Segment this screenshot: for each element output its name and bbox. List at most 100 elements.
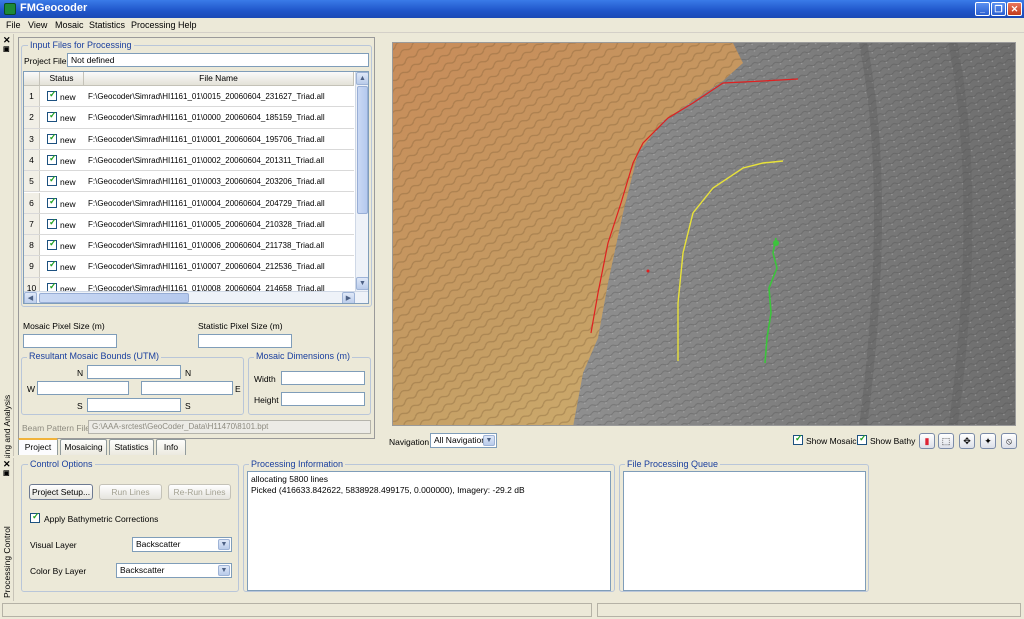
project-setup-button[interactable]: Project Setup... bbox=[29, 484, 93, 500]
north-input[interactable] bbox=[87, 365, 181, 379]
north-label-right: N bbox=[185, 368, 192, 378]
row-number: 9 bbox=[24, 256, 40, 277]
mosaic-pixel-size-input[interactable] bbox=[23, 334, 117, 348]
scroll-thumb[interactable] bbox=[357, 86, 368, 214]
dock-tab-processing-control[interactable]: Processing Control bbox=[2, 526, 12, 598]
row-file-name: F:\Geocoder\Simrad\HI1161_01\0002_200606… bbox=[88, 155, 325, 165]
table-row[interactable]: 3 new F:\Geocoder\Simrad\HI1161_01\0001_20… bbox=[24, 128, 354, 150]
minimize-button[interactable]: _ bbox=[975, 2, 990, 16]
chevron-down-icon[interactable]: ▼ bbox=[218, 565, 230, 576]
table-horizontal-scrollbar[interactable]: ◀ ▶ bbox=[24, 291, 368, 303]
rerun-lines-button[interactable]: Re-Run Lines bbox=[168, 484, 231, 500]
row-status-checkbox[interactable] bbox=[47, 196, 57, 208]
mosaic-image[interactable] bbox=[393, 43, 1016, 426]
row-status-checkbox[interactable] bbox=[47, 110, 57, 123]
column-header-status[interactable]: Status bbox=[40, 72, 84, 86]
tab-mosaicing[interactable]: Mosaicing bbox=[60, 439, 107, 455]
show-bathy-checkbox[interactable] bbox=[857, 433, 867, 445]
tab-project[interactable]: Project bbox=[18, 438, 58, 455]
statistic-pixel-size-input[interactable] bbox=[198, 334, 292, 348]
row-status-checkbox[interactable] bbox=[47, 89, 57, 101]
scroll-up-icon[interactable]: ▲ bbox=[356, 72, 368, 85]
menu-help[interactable]: Help bbox=[178, 20, 197, 30]
file-queue-list[interactable] bbox=[623, 471, 866, 591]
color-scale-icon[interactable]: ▮ bbox=[919, 433, 935, 449]
row-number: 2 bbox=[24, 107, 40, 128]
column-header-file-name[interactable]: File Name bbox=[84, 72, 354, 86]
chevron-down-icon[interactable]: ▼ bbox=[483, 435, 495, 446]
close-button[interactable]: ✕ bbox=[1007, 2, 1022, 16]
scroll-down-icon[interactable]: ▼ bbox=[356, 277, 368, 290]
row-status-checkbox[interactable] bbox=[47, 174, 57, 187]
visual-layer-select[interactable]: Backscatter ▼ bbox=[132, 537, 232, 552]
table-vertical-scrollbar[interactable]: ▲ ▼ bbox=[355, 72, 368, 291]
beam-pattern-field[interactable]: G:\AAA-srctest\GeoCoder_Data\H11470\8101… bbox=[88, 420, 371, 434]
apply-bathy-checkbox[interactable] bbox=[30, 511, 40, 523]
pointer-select-icon[interactable]: ⬚ bbox=[938, 433, 954, 449]
visual-layer-label: Visual Layer bbox=[30, 540, 77, 550]
row-status-checkbox[interactable] bbox=[47, 153, 57, 165]
row-status: new bbox=[60, 198, 76, 209]
processing-info-log: allocating 5800 lines Picked (416633.842… bbox=[247, 471, 611, 591]
scroll-thumb-horizontal[interactable] bbox=[39, 293, 189, 303]
row-number: 5 bbox=[24, 171, 40, 192]
south-label-right: S bbox=[185, 401, 191, 411]
table-row[interactable]: 4 new F:\Geocoder\Simrad\HI1161_01\0002_20… bbox=[24, 149, 354, 172]
row-file-name: F:\Geocoder\Simrad\HI1161_01\0000_200606… bbox=[88, 113, 325, 123]
mosaic-bounds-title: Resultant Mosaic Bounds (UTM) bbox=[27, 351, 162, 361]
menu-view[interactable]: View bbox=[28, 20, 47, 30]
height-label: Height bbox=[254, 395, 279, 405]
table-row[interactable]: 5 new F:\Geocoder\Simrad\HI1161_01\0003_20… bbox=[24, 171, 354, 193]
input-files-title: Input Files for Processing bbox=[28, 40, 134, 50]
row-status-checkbox[interactable] bbox=[47, 259, 57, 272]
table-row[interactable]: 8 new F:\Geocoder\Simrad\HI1161_01\0006_20… bbox=[24, 235, 354, 257]
status-panel-left bbox=[2, 603, 592, 617]
show-mosaic-checkbox[interactable] bbox=[793, 433, 803, 445]
row-file-name: F:\Geocoder\Simrad\HI1161_01\0005_200606… bbox=[88, 219, 325, 229]
mosaic-map-view[interactable] bbox=[392, 42, 1016, 426]
row-status-checkbox[interactable] bbox=[47, 217, 57, 229]
dock-strip-bottom: ✕ ▣ Processing Control bbox=[0, 458, 14, 601]
row-file-name: F:\Geocoder\Simrad\HI1161_01\0007_200606… bbox=[88, 262, 325, 272]
pan-icon[interactable]: ✥ bbox=[959, 433, 975, 449]
mosaic-pixel-size-label: Mosaic Pixel Size (m) bbox=[23, 321, 105, 331]
maximize-button[interactable]: ❐ bbox=[991, 2, 1006, 16]
height-input[interactable] bbox=[281, 392, 365, 406]
control-options-title: Control Options bbox=[28, 459, 95, 469]
table-row[interactable]: 9 new F:\Geocoder\Simrad\HI1161_01\0007_20… bbox=[24, 256, 354, 278]
width-input[interactable] bbox=[281, 371, 365, 385]
table-row[interactable]: 1 new F:\Geocoder\Simrad\HI1161_01\0015_20… bbox=[24, 86, 354, 108]
project-file-label: Project File: bbox=[24, 56, 69, 66]
run-lines-button[interactable]: Run Lines bbox=[99, 484, 162, 500]
dock-pin-icon[interactable]: ▣ bbox=[3, 45, 10, 53]
project-file-field[interactable]: Not defined bbox=[67, 53, 369, 67]
navigation-select[interactable]: All Navigation ▼ bbox=[430, 433, 497, 448]
log-line: allocating 5800 lines bbox=[251, 474, 329, 484]
row-number: 7 bbox=[24, 213, 40, 235]
table-row[interactable]: 6 new F:\Geocoder\Simrad\HI1161_01\0004_20… bbox=[24, 192, 354, 214]
east-input[interactable] bbox=[141, 381, 233, 395]
tab-statistics[interactable]: Statistics bbox=[109, 439, 154, 455]
tab-info[interactable]: Info bbox=[156, 439, 186, 455]
row-status-checkbox[interactable] bbox=[47, 132, 57, 144]
menu-processing[interactable]: Processing bbox=[131, 20, 176, 30]
zoom-extents-icon[interactable]: ✦ bbox=[980, 433, 996, 449]
chevron-down-icon[interactable]: ▼ bbox=[218, 539, 230, 550]
row-header-corner bbox=[24, 72, 40, 86]
title-bar: FMGeocoder _ ❐ ✕ bbox=[0, 0, 1024, 18]
menu-mosaic[interactable]: Mosaic bbox=[55, 20, 84, 30]
measure-icon[interactable]: ⦸ bbox=[1001, 433, 1017, 449]
mosaic-dimensions-group bbox=[248, 357, 371, 415]
west-input[interactable] bbox=[37, 381, 129, 395]
row-number: 6 bbox=[24, 192, 40, 213]
row-status-checkbox[interactable] bbox=[47, 238, 57, 251]
scroll-right-icon[interactable]: ▶ bbox=[342, 292, 355, 303]
table-row[interactable]: 2 new F:\Geocoder\Simrad\HI1161_01\0000_20… bbox=[24, 107, 354, 129]
dock-pin-icon[interactable]: ▣ bbox=[3, 469, 10, 477]
menu-statistics[interactable]: Statistics bbox=[89, 20, 125, 30]
menu-file[interactable]: File bbox=[6, 20, 21, 30]
table-row[interactable]: 7 new F:\Geocoder\Simrad\HI1161_01\0005_20… bbox=[24, 213, 354, 236]
south-input[interactable] bbox=[87, 398, 181, 412]
color-by-layer-select[interactable]: Backscatter ▼ bbox=[116, 563, 232, 578]
scroll-left-icon[interactable]: ◀ bbox=[24, 292, 37, 303]
